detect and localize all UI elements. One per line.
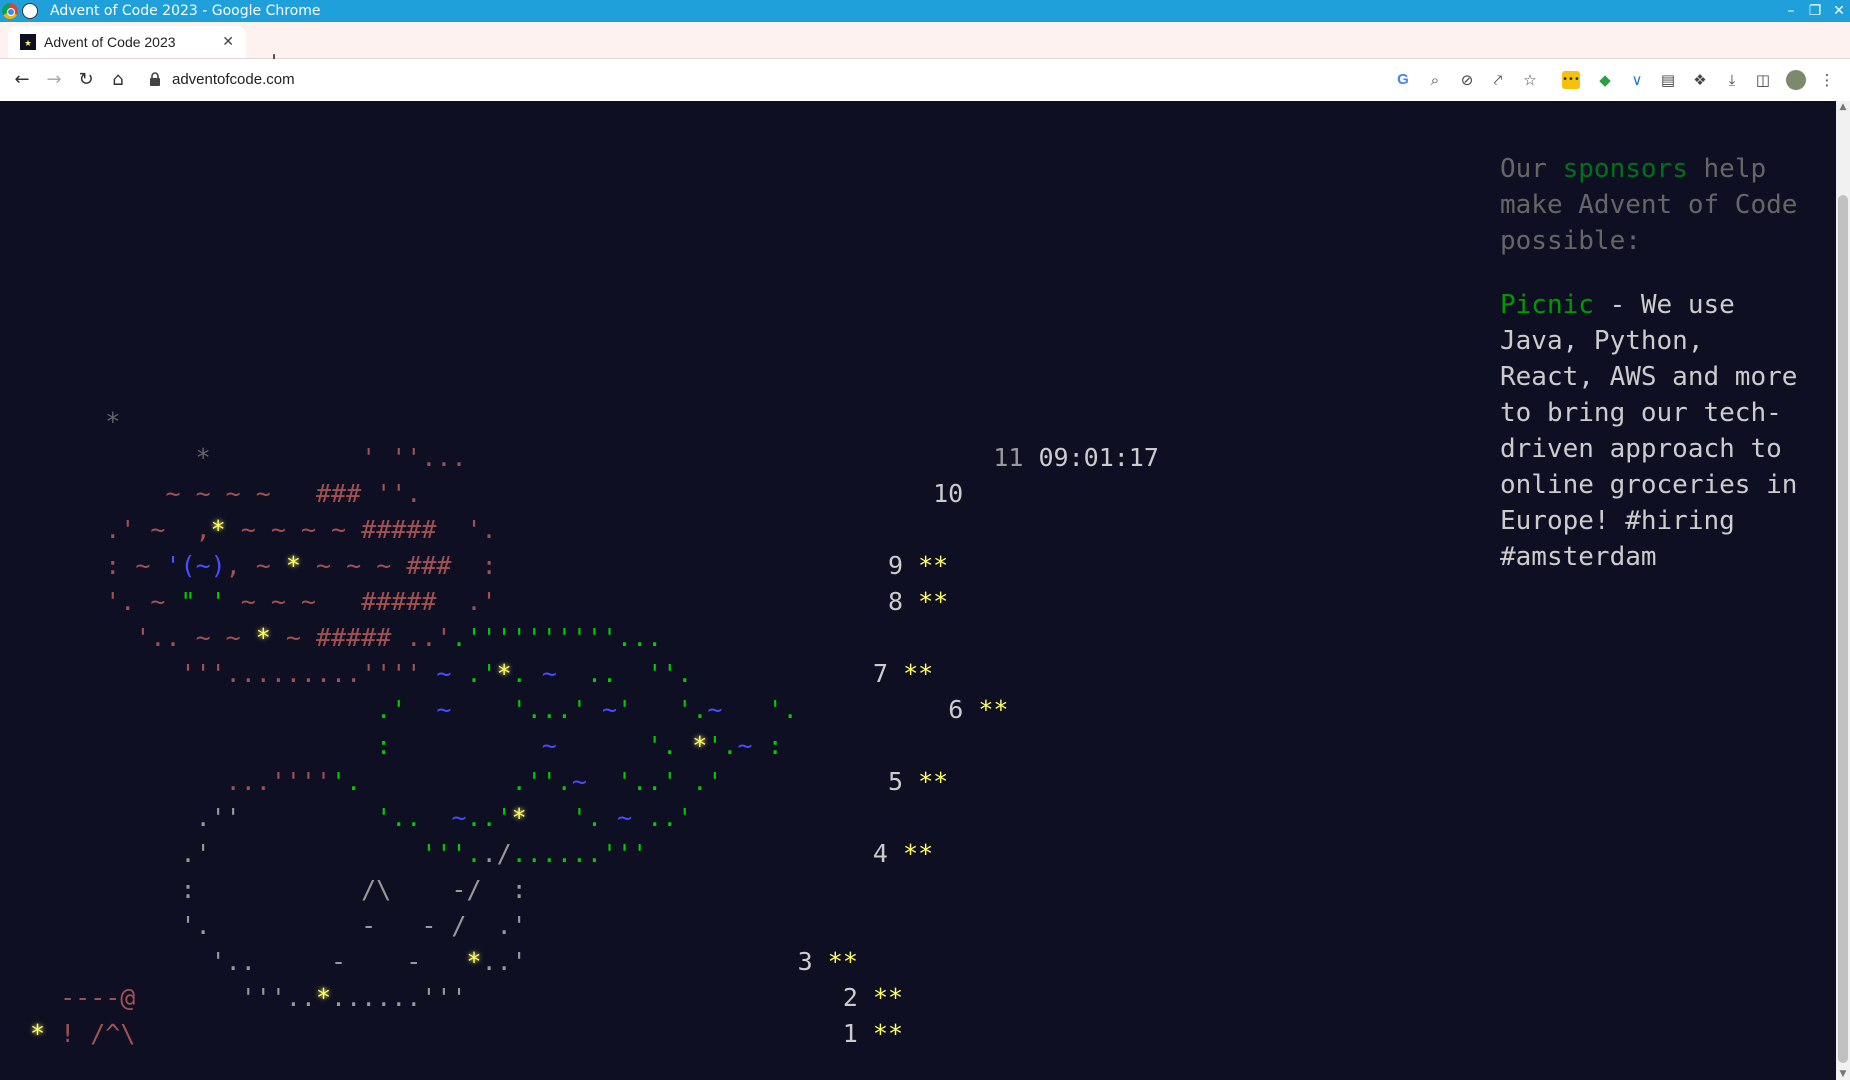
lock-icon[interactable] <box>150 72 160 86</box>
tab-title: Advent of Code 2023 <box>44 34 176 50</box>
stars-earned: ** <box>918 767 949 796</box>
address-bar[interactable]: adventofcode.com <box>172 59 295 101</box>
calendar-day-label[interactable]: 1 <box>843 1019 858 1048</box>
close-tab-icon[interactable]: ✕ <box>222 26 234 58</box>
share-icon[interactable]: ⤤ <box>1489 71 1507 89</box>
chrome-logo-icon <box>2 3 18 19</box>
window-menu-icon[interactable] <box>22 3 38 19</box>
advent-calendar: * * ' ''... 11 09:01:17 ~ ~ ~ ~ ### ''. … <box>30 407 1159 1048</box>
google-lens-icon[interactable]: G <box>1394 71 1412 89</box>
home-icon[interactable]: ⌂ <box>104 66 132 94</box>
stars-earned: ** <box>918 587 949 616</box>
bookmark-star-icon[interactable]: ☆ <box>1521 71 1539 89</box>
password-manager-icon[interactable]: ••• <box>1562 71 1580 89</box>
calendar-day-label[interactable]: 3 <box>798 947 813 976</box>
sponsor-intro: Our sponsors help make Advent of Code po… <box>1500 154 1798 256</box>
sponsors-link[interactable]: sponsors <box>1563 154 1688 184</box>
sponsor-panel: Our sponsors help make Advent of Code po… <box>1500 151 1810 575</box>
calendar-day-label[interactable]: 9 <box>888 551 903 580</box>
shield-extension-icon[interactable]: ◆ <box>1596 71 1614 89</box>
calendar-day-label[interactable]: 5 <box>888 767 903 796</box>
timer-day-label: 11 <box>993 443 1024 472</box>
extensions-puzzle-icon[interactable]: ❖ <box>1691 71 1709 89</box>
calendar-day-label[interactable]: 2 <box>843 983 858 1012</box>
scroll-up-arrow-icon[interactable]: ▲ <box>1838 103 1848 112</box>
calendar-day-label[interactable]: 4 <box>873 839 888 868</box>
stars-earned: ** <box>918 551 949 580</box>
stars-earned: ** <box>903 839 934 868</box>
reload-icon[interactable]: ↻ <box>72 66 100 94</box>
calendar-day-label[interactable]: 10 <box>933 479 963 508</box>
stars-earned: ** <box>872 983 904 1012</box>
tab-advent-of-code[interactable]: ★ Advent of Code 2023 ✕ <box>8 26 246 58</box>
sponsor-entry: Picnic - We use Java, Python, React, AWS… <box>1500 287 1810 575</box>
aoc-favicon-icon: ★ <box>20 34 36 50</box>
scrollbar-thumb[interactable] <box>1838 195 1848 1063</box>
page-content: * * ' ''... 11 09:01:17 ~ ~ ~ ~ ### ''. … <box>0 101 1836 1080</box>
scroll-down-arrow-icon[interactable]: ▼ <box>1838 1070 1848 1079</box>
tab-strip: ★ Advent of Code 2023 ✕ + ⌄ <box>0 22 1850 72</box>
trash-extension-icon[interactable]: ▤ <box>1659 71 1677 89</box>
stars-earned: ** <box>978 695 1009 724</box>
download-icon[interactable]: ⤓ <box>1723 71 1741 89</box>
sponsor-description: - We use Java, Python, React, AWS and mo… <box>1500 290 1798 572</box>
side-panel-icon[interactable]: ◫ <box>1754 71 1772 89</box>
eye-off-icon[interactable]: ⊘ <box>1458 71 1476 89</box>
countdown-timer: 09:01:17 <box>1038 443 1159 472</box>
back-arrow-icon[interactable]: ← <box>8 66 36 94</box>
stars-earned: ** <box>903 659 934 688</box>
stars-earned: ** <box>827 947 858 976</box>
calendar-day-label[interactable]: 8 <box>888 587 903 616</box>
calendar-day-label[interactable]: 7 <box>873 659 888 688</box>
minimize-icon[interactable]: – <box>1782 2 1800 20</box>
stars-earned: ** <box>872 1019 904 1048</box>
v-extension-icon[interactable]: ∨ <box>1628 71 1646 89</box>
calendar-day-label[interactable]: 6 <box>948 695 963 724</box>
maximize-icon[interactable]: ❐ <box>1806 2 1824 20</box>
menu-kebab-icon[interactable]: ⋮ <box>1818 71 1836 89</box>
browser-toolbar: ← → ↻ ⌂ adventofcode.com G ⌕ ⊘ ⤤ ☆ ••• ◆… <box>0 59 1850 102</box>
profile-avatar[interactable] <box>1786 70 1806 90</box>
window-title: Advent of Code 2023 - Google Chrome <box>50 3 321 19</box>
close-window-icon[interactable]: ✕ <box>1830 2 1848 20</box>
window-titlebar: Advent of Code 2023 - Google Chrome – ❐ … <box>0 0 1850 22</box>
forward-arrow-icon[interactable]: → <box>40 66 68 94</box>
zoom-icon[interactable]: ⌕ <box>1426 71 1444 89</box>
vertical-scrollbar[interactable]: ▲ ▼ <box>1836 101 1850 1080</box>
sponsor-name-link[interactable]: Picnic <box>1500 290 1594 320</box>
